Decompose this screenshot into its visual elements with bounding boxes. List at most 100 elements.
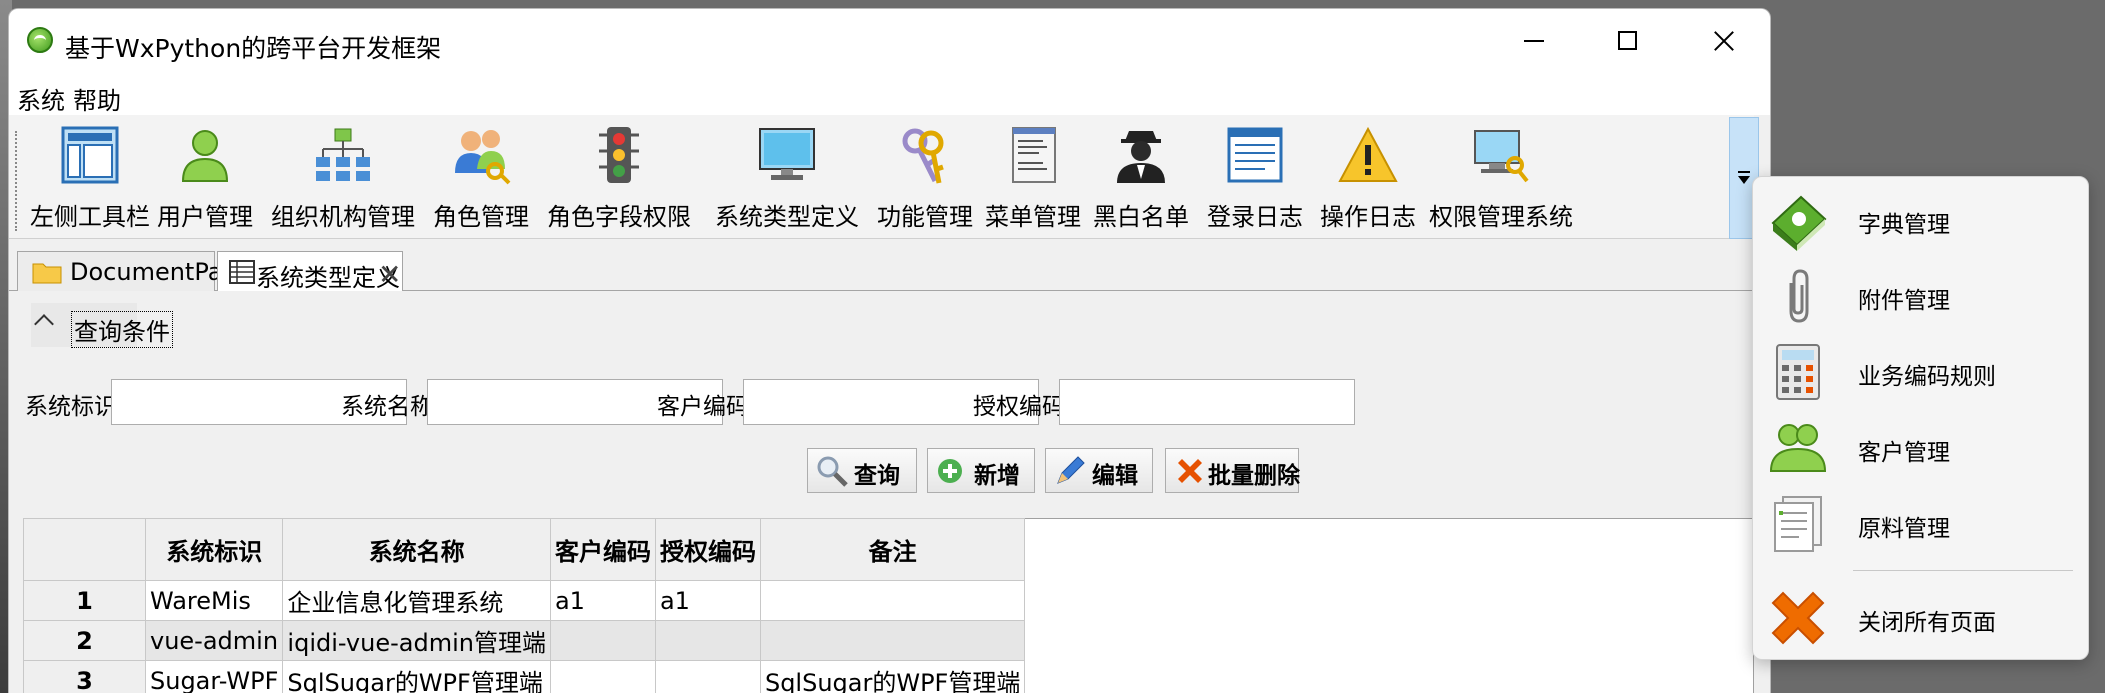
tool-system-type[interactable]: 系统类型定义	[703, 115, 871, 239]
tool-label: 角色字段权限	[547, 203, 691, 231]
table-row[interactable]: 3 Sugar-WPF SqlSugar的WPF管理端 SqlSugar的WPF…	[23, 660, 1026, 693]
menu-item-attachment[interactable]: 附件管理	[1753, 257, 2088, 333]
license-code-input[interactable]	[1059, 379, 1355, 425]
row-number[interactable]: 3	[23, 660, 146, 693]
tool-menu-management[interactable]: 菜单管理	[979, 115, 1087, 239]
table-cell[interactable]: iqidi-vue-admin管理端	[282, 620, 551, 661]
edit-button[interactable]: 编辑	[1045, 448, 1153, 493]
menu-item-label: 原料管理	[1858, 516, 1950, 542]
agent-icon	[1117, 131, 1165, 183]
menu-item-dictionary[interactable]: 字典管理	[1753, 181, 2088, 257]
tab-close-icon[interactable]: ✕	[378, 258, 401, 291]
row-number[interactable]: 2	[23, 620, 146, 661]
toolbar-grip[interactable]	[15, 131, 19, 231]
log-icon	[1227, 127, 1283, 183]
maximize-icon	[1618, 31, 1637, 50]
table-cell[interactable]	[759, 620, 1026, 661]
column-header[interactable]: 授权编码	[654, 518, 761, 581]
tool-function-management[interactable]: 功能管理	[871, 115, 979, 239]
table-cell[interactable]: WareMis	[144, 580, 284, 621]
table-cell[interactable]: 企业信息化管理系统	[282, 580, 551, 621]
maximize-button[interactable]	[1603, 23, 1653, 59]
tool-permission-system[interactable]: 权限管理系统	[1421, 115, 1581, 239]
monitor-icon	[759, 128, 815, 180]
minimize-button[interactable]	[1509, 23, 1559, 59]
menu-help[interactable]: 帮助	[73, 81, 121, 116]
grid-corner[interactable]	[23, 518, 146, 581]
table-cell[interactable]	[654, 620, 761, 661]
tool-blackwhite-list[interactable]: 黑白名单	[1087, 115, 1195, 239]
table-cell[interactable]	[549, 620, 656, 661]
customers-icon	[1769, 424, 1827, 472]
query-title: 查询条件	[71, 311, 173, 348]
warning-icon	[1338, 126, 1398, 182]
content-panel: 查询条件 系统标识: 系统名称: 客户编码: 授权编码: 查询 新增 编辑 批量…	[9, 291, 1754, 693]
calculator-icon	[1776, 344, 1820, 400]
menu-item-close-all-pages[interactable]: 关闭所有页面	[1753, 579, 2088, 655]
users-key-icon	[455, 130, 511, 185]
tool-role-field-permission[interactable]: 角色字段权限	[535, 115, 703, 239]
search-button[interactable]: 查询	[807, 448, 917, 493]
data-grid: 系统标识 系统名称 客户编码 授权编码 备注 1 WareMis 企业信息化管理…	[23, 518, 1026, 693]
batch-delete-button[interactable]: 批量删除	[1165, 448, 1300, 493]
traffic-light-icon	[599, 127, 639, 183]
tool-org-management[interactable]: 组织机构管理	[259, 115, 427, 239]
chevron-up-icon	[34, 314, 54, 334]
table-cell[interactable]: a1	[549, 580, 656, 621]
minimize-icon	[1524, 40, 1544, 42]
close-button[interactable]	[1699, 23, 1749, 59]
button-label: 批量删除	[1208, 463, 1300, 489]
tool-label: 功能管理	[877, 203, 973, 231]
keys-icon	[902, 128, 944, 184]
menu-system[interactable]: 系统	[17, 81, 65, 116]
tool-role-management[interactable]: 角色管理	[427, 115, 535, 239]
tool-left-toolbar[interactable]: 左侧工具栏	[29, 115, 151, 239]
menu-item-materials[interactable]: 原料管理	[1753, 485, 2088, 561]
button-label: 编辑	[1092, 463, 1138, 489]
column-header[interactable]: 系统标识	[144, 518, 284, 581]
table-cell[interactable]: SqlSugar的WPF管理端	[759, 660, 1026, 693]
column-header[interactable]: 系统名称	[282, 518, 551, 581]
menu-item-business-code-rule[interactable]: 业务编码规则	[1753, 333, 2088, 409]
field-label-system-name: 系统名称:	[341, 394, 441, 420]
menu-item-customers[interactable]: 客户管理	[1753, 409, 2088, 485]
app-logo-icon	[27, 27, 53, 53]
table-cell[interactable]: vue-admin	[144, 620, 284, 661]
tool-operation-log[interactable]: 操作日志	[1315, 115, 1421, 239]
toolbar-overflow-menu: 字典管理 附件管理 业务编码规则 客户管理 原料管理 关闭所有页面	[1752, 176, 2089, 660]
add-button[interactable]: 新增	[927, 448, 1035, 493]
tool-label: 左侧工具栏	[30, 203, 150, 231]
field-label-customer-code: 客户编码:	[657, 394, 757, 420]
menu-item-label: 字典管理	[1858, 212, 1950, 238]
close-all-icon	[1771, 591, 1825, 645]
pencil-icon	[1057, 456, 1085, 484]
layout-icon	[61, 126, 119, 184]
tool-user-management[interactable]: 用户管理	[151, 115, 259, 239]
chevron-down-icon	[1738, 176, 1750, 184]
column-header[interactable]: 客户编码	[549, 518, 656, 581]
tool-login-log[interactable]: 登录日志	[1195, 115, 1315, 239]
computer-key-icon	[1474, 130, 1529, 183]
tab-system-type[interactable]: 系统类型定义 ✕	[217, 251, 403, 292]
table-cell[interactable]: SqlSugar的WPF管理端	[282, 660, 551, 693]
row-number[interactable]: 1	[23, 580, 146, 621]
menu-doc-icon	[1012, 127, 1056, 183]
table-cell[interactable]	[759, 580, 1026, 621]
app-window: 基于WxPython的跨平台开发框架 系统 帮助 左侧工具栏 用户管理 组织机构…	[8, 8, 1771, 693]
table-row[interactable]: 1 WareMis 企业信息化管理系统 a1 a1	[23, 580, 1026, 621]
menu-item-label: 客户管理	[1858, 440, 1950, 466]
tool-label: 菜单管理	[985, 203, 1081, 231]
org-chart-icon	[316, 128, 370, 181]
table-cell[interactable]: a1	[654, 580, 761, 621]
table-cell[interactable]: Sugar-WPF	[144, 660, 284, 693]
table-row[interactable]: 2 vue-admin iqidi-vue-admin管理端	[23, 620, 1026, 661]
query-collapse-header[interactable]: 查询条件	[31, 303, 173, 348]
title-bar: 基于WxPython的跨平台开发框架	[9, 9, 1770, 73]
table-cell[interactable]	[549, 660, 656, 693]
tab-document-panel[interactable]: DocumentPanel	[17, 251, 259, 293]
menu-item-label: 关闭所有页面	[1858, 610, 1996, 636]
tab-bar: DocumentPanel 系统类型定义 ✕	[9, 241, 1754, 293]
column-header[interactable]: 备注	[759, 518, 1026, 581]
table-cell[interactable]	[654, 660, 761, 693]
toolbar: 左侧工具栏 用户管理 组织机构管理 角色管理 角色字段权限 系统类型定义 功能管…	[9, 115, 1754, 239]
